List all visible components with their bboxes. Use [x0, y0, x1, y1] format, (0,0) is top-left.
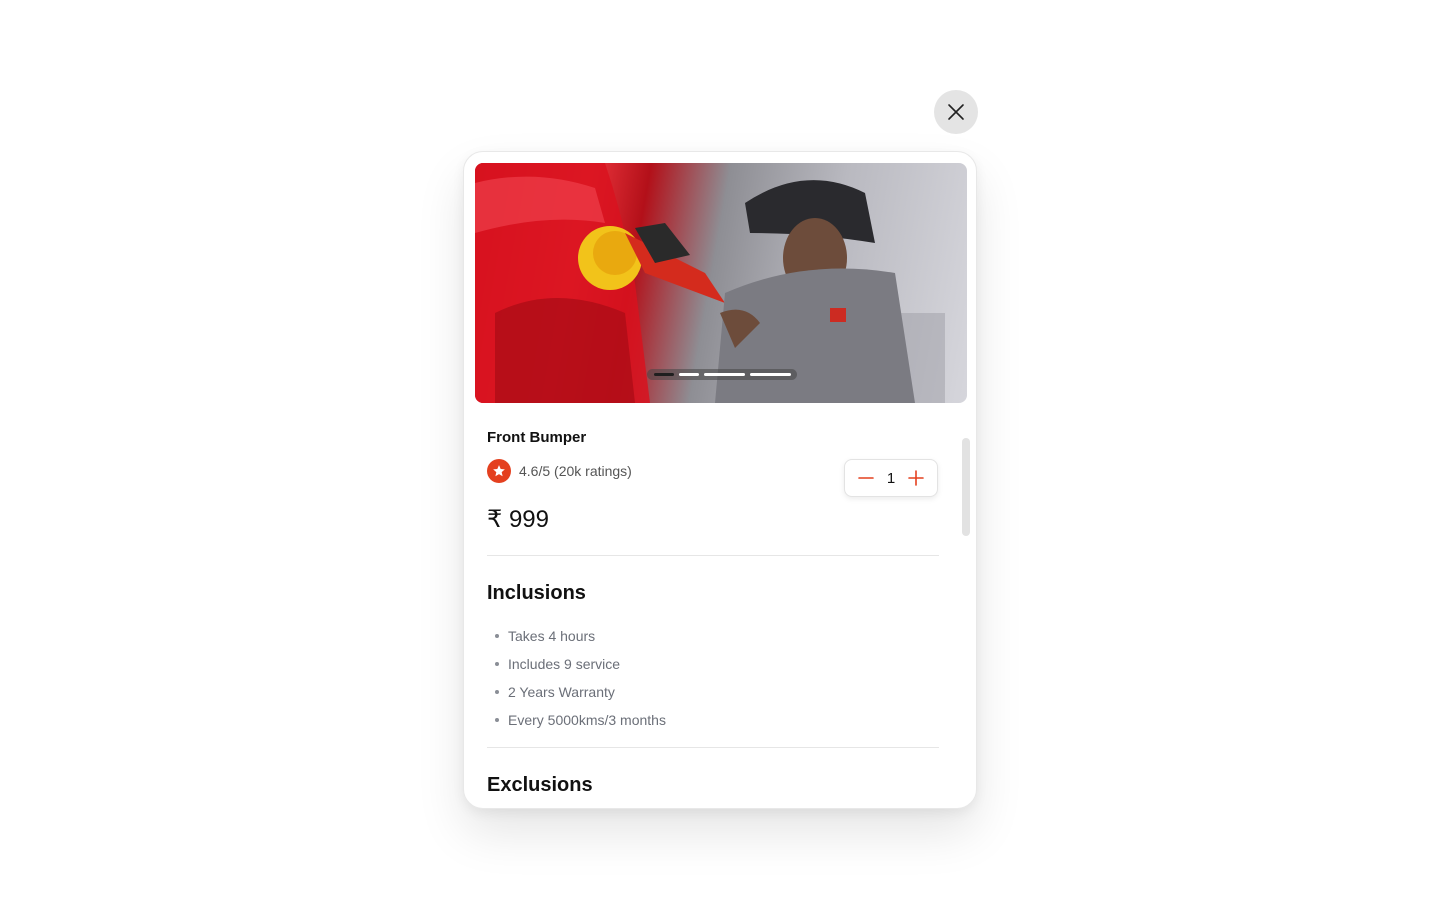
inclusions-title: Inclusions [487, 582, 586, 604]
carousel-dot-active[interactable] [654, 373, 674, 376]
exclusions-title: Exclusions [487, 774, 593, 796]
quantity-value: 1 [886, 469, 896, 487]
carousel-dot[interactable] [750, 373, 791, 376]
service-image-illustration [475, 163, 945, 403]
service-title: Front Bumper [487, 429, 587, 446]
close-button[interactable] [934, 90, 978, 134]
carousel-indicator[interactable] [647, 369, 797, 380]
increment-button[interactable] [906, 468, 926, 488]
divider [487, 555, 939, 556]
star-icon [487, 459, 511, 483]
rating-text: 4.6/5 (20k ratings) [519, 463, 632, 479]
quantity-stepper[interactable]: 1 [844, 459, 938, 497]
inclusions-list: Takes 4 hours Includes 9 service 2 Years… [487, 626, 939, 738]
carousel-dot[interactable] [704, 373, 745, 376]
service-detail-modal: Front Bumper 4.6/5 (20k ratings) ₹ 999 I… [463, 151, 977, 809]
scrollbar[interactable] [962, 438, 970, 536]
minus-icon [858, 477, 874, 479]
service-price: ₹ 999 [487, 506, 549, 533]
carousel-dot[interactable] [679, 373, 699, 376]
list-item: 2 Years Warranty [487, 682, 939, 710]
list-item: Every 5000kms/3 months [487, 710, 939, 738]
plus-icon [908, 470, 924, 486]
service-image [475, 163, 967, 403]
list-item: Takes 4 hours [487, 626, 939, 654]
close-icon [948, 104, 964, 120]
decrement-button[interactable] [856, 468, 876, 488]
divider [487, 747, 939, 748]
list-item: Includes 9 service [487, 654, 939, 682]
